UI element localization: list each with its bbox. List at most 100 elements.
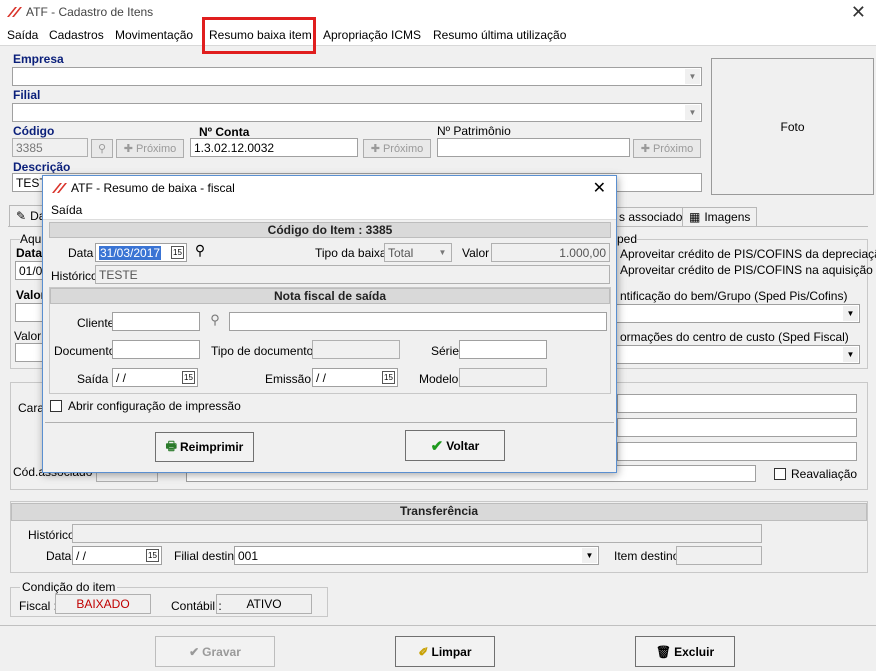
tab-imagens[interactable]: ▦ Imagens xyxy=(682,207,758,226)
chevron-down-icon: ▼ xyxy=(843,306,858,321)
reavaliacao-checkbox[interactable] xyxy=(774,468,786,480)
filial-select[interactable]: ▼ xyxy=(12,103,702,122)
item-destino-label: Item destino xyxy=(614,549,680,563)
modelo-field[interactable] xyxy=(459,368,547,387)
proximo-codigo-button[interactable]: ✚ Próximo xyxy=(116,139,184,158)
chevron-down-icon: ▼ xyxy=(435,245,450,260)
dialog-title: ATF - Resumo de baixa - fiscal xyxy=(71,181,235,195)
npatrimonio-field[interactable] xyxy=(437,138,630,157)
bottom-divider xyxy=(0,625,876,626)
plus-icon: ✚ xyxy=(123,143,133,155)
carac-field-3[interactable] xyxy=(617,442,857,461)
identificacao-bem-select[interactable]: ▼ xyxy=(612,304,860,323)
photo-box[interactable]: Foto xyxy=(711,58,874,195)
info-centro-custo-label: ormações do centro de custo (Sped Fiscal… xyxy=(620,330,849,344)
item-destino-field[interactable] xyxy=(676,546,762,565)
saida-date-field[interactable]: / / 15 xyxy=(112,368,198,387)
menu-apropriacao-icms[interactable]: Apropriação ICMS xyxy=(323,28,421,42)
reimprimir-button[interactable]: 🖶 Reimprimir xyxy=(155,432,254,462)
limpar-button[interactable]: ✐ Limpar xyxy=(395,636,495,667)
binoculars-icon[interactable]: ⚲ xyxy=(190,242,210,262)
binoculars-icon[interactable]: ⚲ xyxy=(204,312,226,331)
binoculars-icon: ⚲ xyxy=(97,143,107,155)
check-icon: ✔ xyxy=(430,437,444,455)
proximo-conta-button[interactable]: ✚ Próximo xyxy=(363,139,431,158)
plus-icon: ✚ xyxy=(640,143,650,155)
pis-aquisicao-label[interactable]: Aproveitar crédito de PIS/COFINS na aqui… xyxy=(620,263,873,277)
emissao-date-value: / / xyxy=(316,371,327,385)
pencil-icon: ✎ xyxy=(16,209,27,223)
documento-field[interactable] xyxy=(112,340,200,359)
binoculars-button[interactable]: ⚲ xyxy=(91,139,113,158)
proximo-label: Próximo xyxy=(652,142,694,155)
cliente-field[interactable] xyxy=(112,312,200,331)
carac-field-1[interactable] xyxy=(617,394,857,413)
tab-imagens-label: Imagens xyxy=(704,210,751,224)
carac-field-2[interactable] xyxy=(617,418,857,437)
proximo-label: Próximo xyxy=(382,142,424,155)
proximo-patrimonio-button[interactable]: ✚ Próximo xyxy=(633,139,701,158)
codigo-field[interactable]: 3385 xyxy=(12,138,88,157)
menu-saida[interactable]: Saída xyxy=(7,28,38,42)
sped-label: ped xyxy=(617,232,638,246)
calendar-icon[interactable]: 15 xyxy=(382,371,395,384)
gravar-button[interactable]: ✔ Gravar xyxy=(155,636,275,667)
transf-data-field[interactable]: / / 15 xyxy=(72,546,162,565)
window-title: ATF - Cadastro de Itens xyxy=(26,5,154,19)
limpar-label: Limpar xyxy=(431,644,472,659)
data-aquisicao-field[interactable]: 01/0 xyxy=(15,261,45,280)
saida-date-value: / / xyxy=(116,371,127,385)
calendar-icon[interactable]: 15 xyxy=(171,246,184,259)
resumo-baixa-dialog: ATF - Resumo de baixa - fiscal ✕ Saída C… xyxy=(42,175,617,473)
menu-cadastros[interactable]: Cadastros xyxy=(49,28,104,42)
abrir-config-checkbox[interactable] xyxy=(50,400,62,412)
calendar-icon[interactable]: 15 xyxy=(146,549,159,562)
chevron-down-icon: ▼ xyxy=(685,105,700,120)
dlg-historico-label: Histórico xyxy=(51,269,98,283)
transf-historico-field[interactable] xyxy=(72,524,762,543)
printer-icon: 🖶 xyxy=(165,438,177,453)
close-icon[interactable]: ✕ xyxy=(851,2,866,23)
dialog-menu-saida[interactable]: Saída xyxy=(51,203,82,217)
codigo-item-header: Código do Item : 3385 xyxy=(49,222,611,238)
app-logo-icon xyxy=(52,183,67,193)
menu-movimentacao[interactable]: Movimentação xyxy=(115,28,193,42)
valor-field[interactable] xyxy=(15,303,45,322)
dlg-historico-field[interactable]: TESTE xyxy=(95,265,610,284)
condicao-label: Condição do item xyxy=(20,580,118,594)
excluir-button[interactable]: 🗑 Excluir xyxy=(635,636,735,667)
cliente-label: Cliente xyxy=(77,316,115,330)
serie-field[interactable] xyxy=(459,340,547,359)
saida-label: Saída xyxy=(77,372,109,386)
info-centro-custo-select[interactable]: ▼ xyxy=(612,345,860,364)
empresa-select[interactable]: ▼ xyxy=(12,67,702,86)
tipo-doc-label: Tipo de documento xyxy=(211,344,314,358)
tipo-baixa-value: Total xyxy=(388,246,414,260)
tipo-doc-field[interactable] xyxy=(312,340,400,359)
modelo-label: Modelo xyxy=(419,372,459,386)
voltar-button[interactable]: ✔ Voltar xyxy=(405,430,505,461)
filial-destino-select[interactable]: 001 ▼ xyxy=(234,546,599,565)
reavaliacao-label: Reavaliação xyxy=(791,467,858,481)
tipo-baixa-select[interactable]: Total ▼ xyxy=(384,243,452,262)
foto-label: Foto xyxy=(780,119,805,134)
close-icon[interactable]: ✕ xyxy=(593,178,606,198)
dlg-data-value: 31/03/2017 xyxy=(99,246,162,260)
fiscal-label: Fiscal : xyxy=(19,599,58,613)
aquisicao-label: Aqui xyxy=(20,232,45,246)
emissao-date-field[interactable]: / / 15 xyxy=(312,368,398,387)
check-icon: ✔ xyxy=(189,644,200,659)
chevron-down-icon: ▼ xyxy=(843,347,858,362)
contabil-status: ATIVO xyxy=(216,594,312,614)
nconta-field[interactable]: 1.3.02.12.0032 xyxy=(190,138,358,157)
menu-resumo-ultima-utilizacao[interactable]: Resumo última utilização xyxy=(433,28,566,42)
empresa-label: Empresa xyxy=(13,52,64,66)
valor2-field[interactable] xyxy=(15,343,45,362)
dlg-data-field[interactable]: 31/03/2017 15 xyxy=(95,243,187,262)
cliente-nome-field[interactable] xyxy=(229,312,607,331)
valor-field[interactable]: 1.000,00 xyxy=(491,243,610,262)
calendar-icon[interactable]: 15 xyxy=(182,371,195,384)
pis-depreciacao-label[interactable]: Aproveitar crédito de PIS/COFINS da depr… xyxy=(620,247,876,261)
data-aquisicao-label: Data xyxy=(16,246,43,260)
transf-data-label: Data xyxy=(46,549,72,563)
